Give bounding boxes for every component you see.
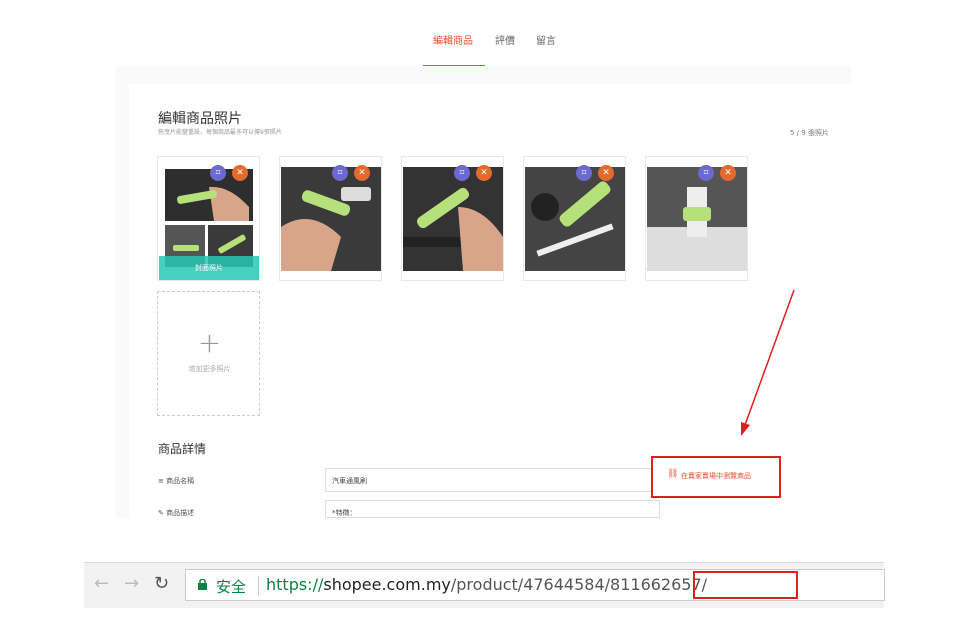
- secure-label: 安全: [216, 578, 247, 596]
- pencil-icon: ✎: [158, 509, 167, 517]
- product-description-label: ✎ 商品描述: [158, 509, 195, 517]
- url-highlight-box: [693, 571, 798, 599]
- browser-toolbar: ← → ↻ 安全 https://shopee.com.my/product/4…: [84, 562, 885, 608]
- back-arrow-icon[interactable]: ←: [94, 573, 109, 594]
- view-in-shop-link[interactable]: ⛓ 在賣家賣場中瀏覽商品: [651, 456, 781, 498]
- product-name-label: ≡ 商品名稱: [158, 477, 195, 485]
- url-text: https://shopee.com.my/product/47644584/8…: [266, 575, 708, 594]
- link-icon: ⛓: [667, 469, 679, 479]
- reload-icon[interactable]: ↻: [154, 573, 169, 594]
- details-section-title: 商品詳情: [158, 442, 207, 456]
- product-description-input[interactable]: *特徵：: [325, 500, 660, 518]
- divider: [258, 576, 259, 596]
- lock-icon: [198, 579, 207, 590]
- page: 編輯商品 評價 留言 編輯商品照片 拖曳片能變重設，每個商品最多可以傳9張照片 …: [0, 0, 972, 624]
- text-icon: ≡: [158, 477, 167, 485]
- address-bar[interactable]: 安全 https://shopee.com.my/product/4764458…: [185, 569, 885, 601]
- view-in-shop-label: 在賣家賣場中瀏覽商品: [681, 472, 751, 480]
- annotation-arrow: [741, 289, 795, 436]
- forward-arrow-icon[interactable]: →: [124, 573, 139, 594]
- product-name-input[interactable]: 汽車通風刷: [325, 468, 660, 492]
